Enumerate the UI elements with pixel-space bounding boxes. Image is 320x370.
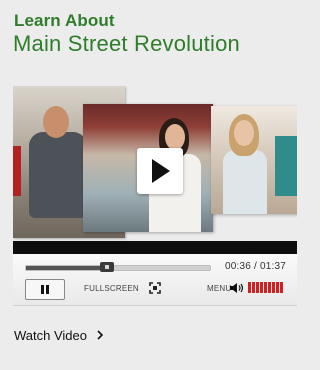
- video-promo-card: Learn About Main Street Revolution 00:36…: [0, 0, 312, 370]
- volume-meter[interactable]: [248, 282, 283, 293]
- volume-segment[interactable]: [268, 282, 271, 293]
- photo-decor: [29, 132, 87, 218]
- volume-segment[interactable]: [280, 282, 283, 293]
- volume-segment[interactable]: [248, 282, 251, 293]
- chevron-right-icon[interactable]: [97, 330, 103, 340]
- photo-decor: [223, 150, 267, 214]
- fullscreen-button-label[interactable]: FULLSCREEN: [84, 284, 139, 293]
- pause-button[interactable]: [25, 279, 65, 300]
- menu-button-label[interactable]: MENU: [207, 284, 231, 293]
- watch-video-link[interactable]: Watch Video: [14, 328, 87, 343]
- photo-woman-right: [211, 106, 297, 214]
- pause-icon-bar: [41, 285, 44, 294]
- play-button[interactable]: [137, 148, 183, 194]
- video-stage[interactable]: [13, 86, 297, 242]
- volume-segment[interactable]: [252, 282, 255, 293]
- eyebrow-title: Learn About: [14, 11, 115, 30]
- volume-segment[interactable]: [264, 282, 267, 293]
- seek-progress: [26, 266, 107, 270]
- video-controls: 00:36 / 01:37 FULLSCREEN MENU: [13, 254, 297, 306]
- photo-decor: [165, 124, 185, 150]
- pause-icon-bar: [46, 285, 49, 294]
- seek-handle[interactable]: [99, 262, 114, 272]
- time-display: 00:36 / 01:37: [225, 261, 286, 272]
- volume-segment[interactable]: [276, 282, 279, 293]
- volume-segment[interactable]: [256, 282, 259, 293]
- photo-decor: [13, 146, 21, 196]
- photo-decor: [43, 106, 69, 138]
- photo-decor: [234, 120, 254, 146]
- video-letterbox-bar: [13, 241, 297, 254]
- volume-segment[interactable]: [260, 282, 263, 293]
- page-title: Main Street Revolution: [13, 31, 240, 56]
- seek-bar[interactable]: [25, 262, 211, 272]
- photo-decor: [275, 136, 297, 196]
- play-icon: [152, 159, 170, 183]
- volume-segment[interactable]: [272, 282, 275, 293]
- fullscreen-icon[interactable]: [149, 282, 161, 294]
- speaker-icon[interactable]: [229, 281, 245, 295]
